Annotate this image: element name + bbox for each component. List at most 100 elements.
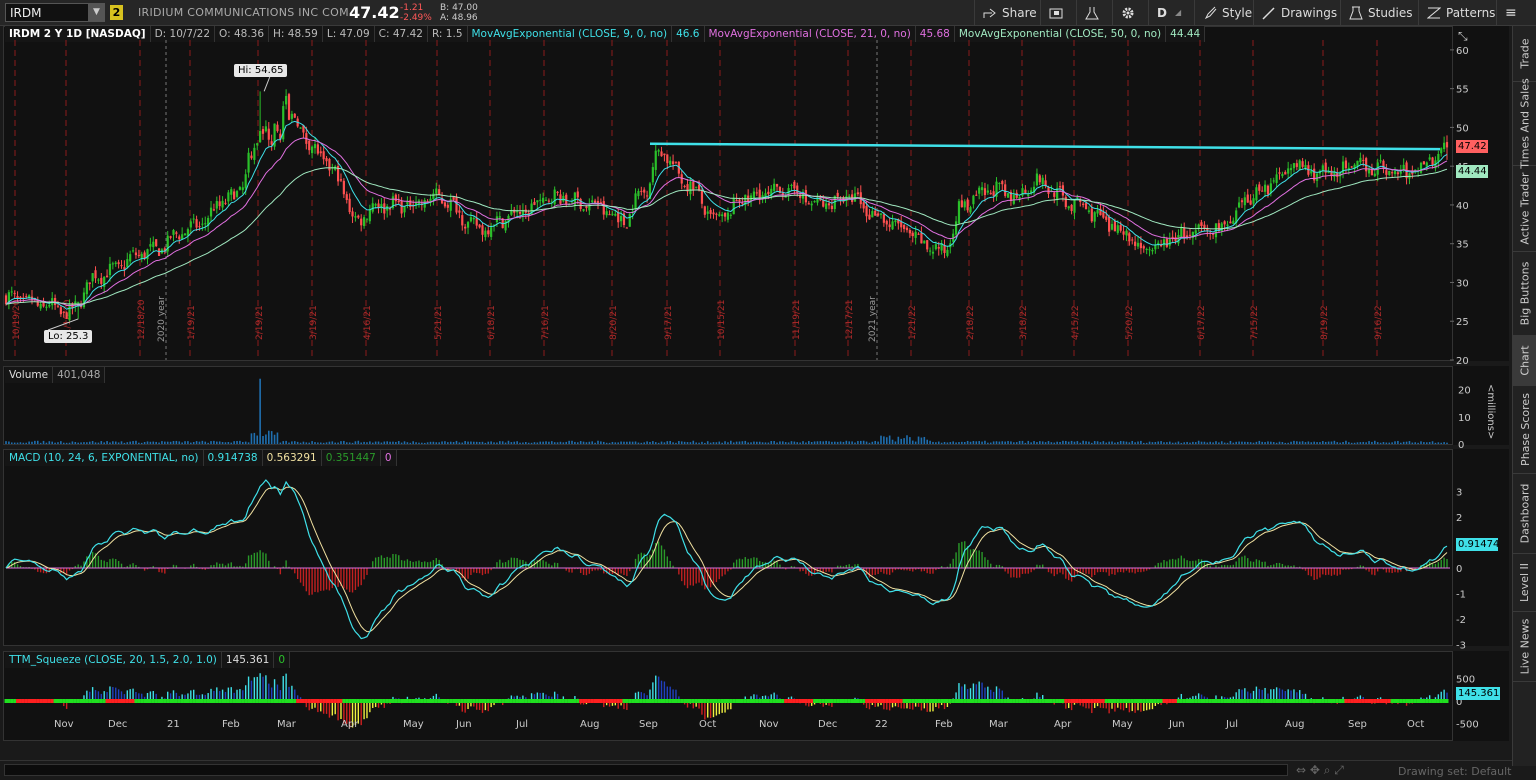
volume-tick: 10 [1458, 413, 1471, 424]
volume-bar [1376, 442, 1379, 444]
horizontal-scrollbar[interactable] [4, 764, 1288, 776]
squeeze-dot [1070, 699, 1074, 703]
squeeze-dot [694, 699, 698, 703]
volume-bar [914, 441, 917, 444]
volume-bar [190, 442, 192, 444]
squeeze-dot [1211, 699, 1215, 703]
squeeze-dot [299, 699, 303, 703]
squeeze-dot [1344, 699, 1348, 703]
candle-body [582, 209, 585, 211]
squeeze-dot [1064, 699, 1068, 703]
volume-bar [383, 441, 386, 444]
candle-body [911, 232, 914, 237]
volume-bar [406, 442, 409, 444]
tab-live-news[interactable]: Live News [1513, 612, 1536, 682]
volume-bar [123, 442, 126, 444]
squeeze-dot [180, 699, 184, 703]
candle-body [1006, 193, 1010, 198]
volume-bar [874, 440, 877, 444]
candle-body [360, 218, 363, 226]
squeeze-dot [495, 699, 499, 703]
volume-bar [591, 441, 594, 444]
volume-bar [423, 442, 426, 444]
squeeze-dot [33, 699, 37, 703]
squeeze-dot [163, 699, 167, 703]
volume-bar [937, 441, 940, 444]
volume-bar [1177, 441, 1180, 444]
tab-times-and-sales[interactable]: Times And Sales [1513, 78, 1536, 169]
volume-bar [1186, 441, 1188, 444]
volume-bar [371, 442, 374, 444]
squeeze-dot [934, 699, 938, 703]
squeeze-dot [625, 699, 629, 703]
squeeze-dot [1254, 699, 1258, 703]
tab-level-ii[interactable]: Level II [1513, 554, 1536, 612]
squeeze-dot [203, 699, 207, 703]
candle-body [209, 207, 213, 217]
squeeze-dot [1399, 699, 1403, 703]
volume-bar [617, 442, 620, 444]
candle-body [339, 179, 343, 181]
volume-bar [354, 441, 357, 444]
volume-bar [103, 442, 105, 444]
volume-bar [1287, 442, 1289, 444]
x-axis-month: Dec [818, 719, 837, 730]
volume-tick: 0 [1458, 440, 1464, 451]
candle-body [157, 248, 161, 256]
x-axis-month: Aug [1285, 719, 1305, 730]
tab-big-buttons[interactable]: Big Buttons [1513, 252, 1536, 336]
volume-bar [1096, 441, 1099, 444]
candle-body [989, 192, 992, 195]
volume-bar [97, 442, 100, 444]
volume-bar [900, 438, 903, 444]
candle-body [1232, 220, 1235, 224]
volume-bar [926, 439, 929, 444]
period-label: 5/20/22 [1125, 305, 1135, 340]
tab-chart[interactable]: Chart [1513, 336, 1536, 386]
volume-bar [501, 441, 504, 444]
squeeze-dot [1298, 699, 1302, 703]
squeeze-dot [261, 699, 265, 703]
volume-bar [16, 442, 19, 444]
squeeze-dot [818, 699, 822, 703]
tab-active-trader[interactable]: Active Trader [1513, 166, 1536, 252]
candle-body [877, 213, 880, 216]
volume-bar [548, 441, 550, 444]
squeeze-dot [810, 699, 814, 703]
tab-dashboard[interactable]: Dashboard [1513, 474, 1536, 554]
squeeze-dot [16, 699, 20, 703]
tab-phase-scores[interactable]: Phase Scores [1513, 386, 1536, 474]
volume-bar [366, 442, 368, 444]
volume-bar [201, 440, 204, 444]
candle-body [285, 95, 288, 105]
resistance-line[interactable] [649, 142, 1441, 151]
squeeze-dot [1078, 699, 1082, 703]
tab-trade[interactable]: Trade [1513, 26, 1536, 82]
candle-body [752, 191, 756, 199]
candle-body [88, 282, 91, 285]
squeeze-dot [550, 699, 554, 703]
volume-bar [848, 441, 851, 444]
volume-bar [712, 442, 715, 444]
squeeze-dot [1367, 699, 1371, 703]
volume-bar [1140, 440, 1142, 444]
squeeze-dot [1087, 699, 1091, 703]
squeeze-dot [504, 699, 508, 703]
volume-bar [1197, 440, 1200, 444]
volume-bar [859, 440, 862, 444]
zoom-tools[interactable]: ⇔ ✥ ⌕ ⤢ [1296, 763, 1344, 778]
volume-bar [706, 441, 709, 444]
candle-body [628, 214, 631, 227]
volume-bar [1215, 441, 1217, 444]
candle-body [1174, 237, 1177, 242]
chart-canvas[interactable]: 10/19/20 11/16/20 12/18/20 1/19/21 2/19/21 3/… [0, 0, 1512, 760]
squeeze-dot [940, 699, 944, 703]
volume-bar [1278, 441, 1281, 444]
squeeze-dot [657, 699, 661, 703]
drawing-set[interactable]: Drawing set: Default [1398, 765, 1511, 778]
candle-body [1310, 170, 1313, 174]
candle-body [1266, 185, 1270, 195]
candle-body [85, 282, 88, 295]
squeeze-dot [1387, 699, 1391, 703]
squeeze-dot [599, 699, 603, 703]
